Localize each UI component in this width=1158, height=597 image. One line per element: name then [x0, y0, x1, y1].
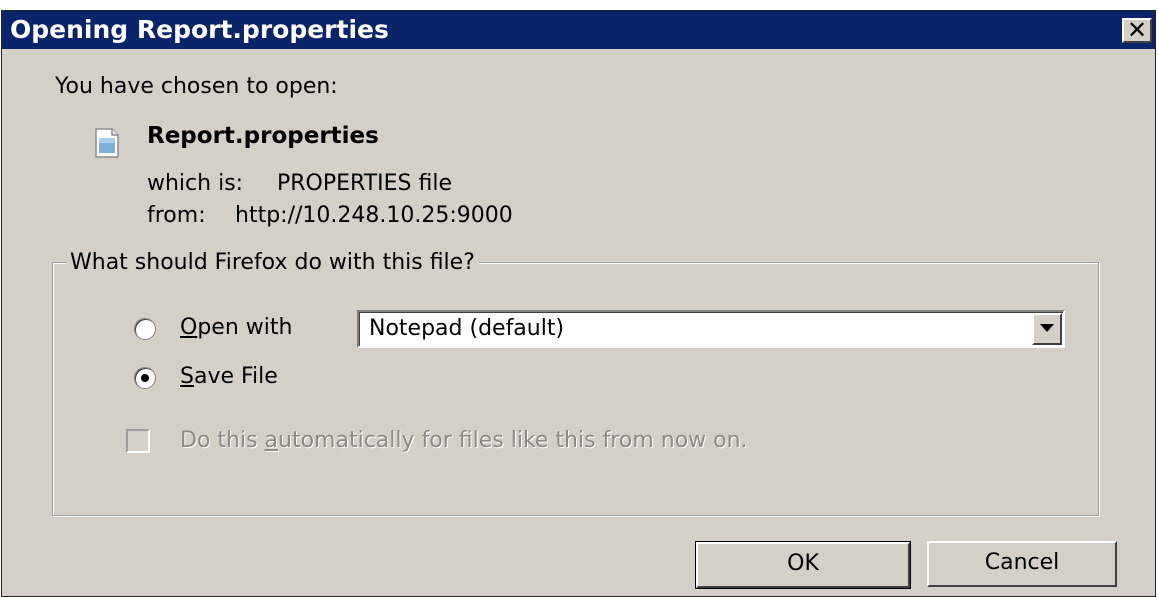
dialog-title: Opening Report.properties: [10, 15, 389, 44]
properties-file-icon: [95, 128, 119, 158]
save-file-radio[interactable]: [134, 367, 156, 389]
action-group-legend: What should Firefox do with this file?: [66, 249, 479, 277]
auto-action-checkbox[interactable]: [126, 429, 150, 453]
title-bar: Opening Report.properties ✕: [2, 11, 1155, 49]
file-source-url: http://10.248.10.25:9000: [235, 203, 513, 228]
intro-text: You have chosen to open:: [55, 74, 338, 99]
open-with-app-select[interactable]: Notepad (default): [357, 310, 1065, 348]
file-type-value: PROPERTIES file: [277, 171, 453, 196]
file-source-label: from:: [147, 203, 206, 228]
close-icon: ✕: [1126, 16, 1148, 44]
file-type-label: which is:: [147, 171, 244, 196]
open-with-label[interactable]: Open with: [180, 314, 292, 342]
dropdown-button[interactable]: [1032, 313, 1062, 345]
open-with-radio[interactable]: [134, 318, 156, 340]
chevron-down-icon: [1040, 324, 1054, 332]
save-file-label[interactable]: Save File: [180, 363, 278, 391]
file-download-dialog: Opening Report.properties ✕ You have cho…: [1, 10, 1156, 597]
file-name: Report.properties: [147, 123, 379, 149]
ok-button[interactable]: OK: [695, 541, 911, 589]
radio-selected-dot: [141, 374, 149, 382]
auto-action-label: Do this automatically for files like thi…: [180, 428, 748, 453]
cancel-button[interactable]: Cancel: [927, 541, 1117, 587]
close-button[interactable]: ✕: [1122, 16, 1152, 44]
open-with-app-value: Notepad (default): [369, 316, 565, 341]
